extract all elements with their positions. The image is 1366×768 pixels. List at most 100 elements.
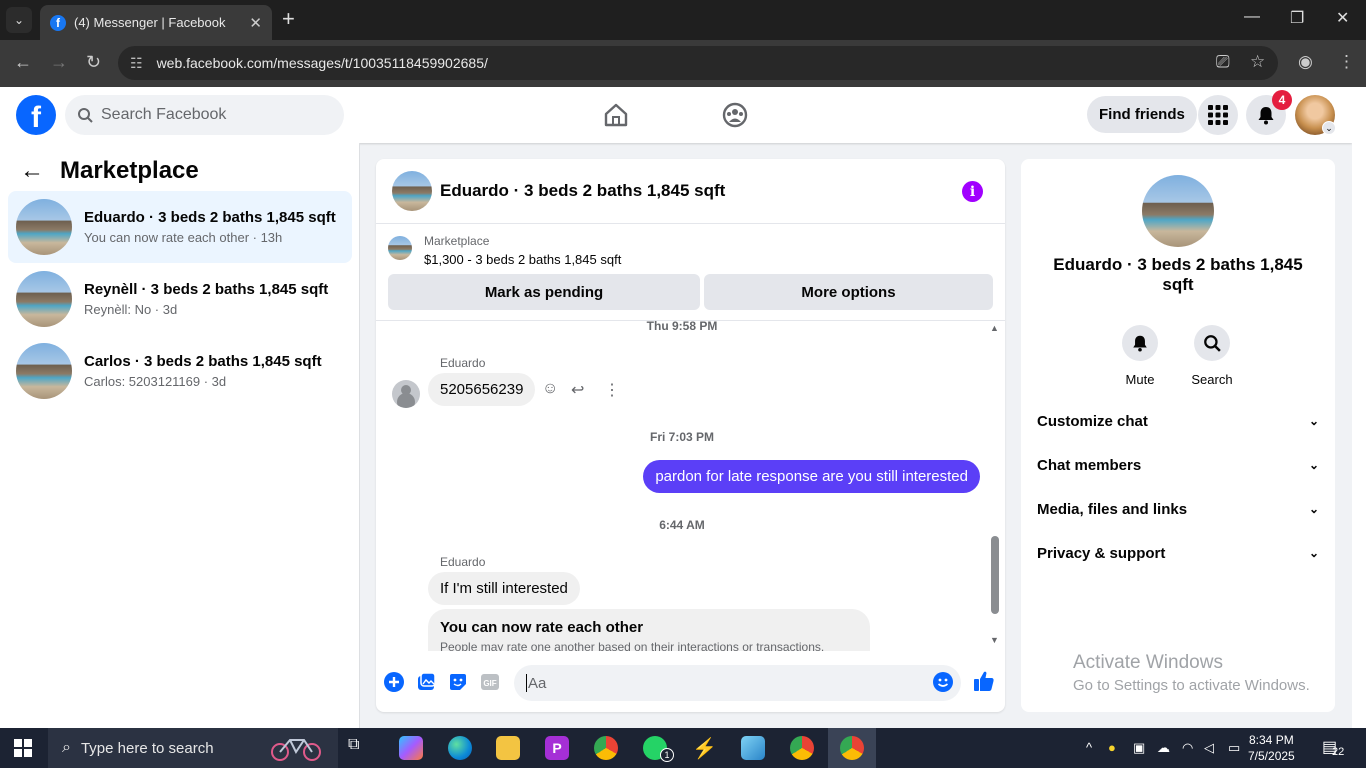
- bookmark-star-icon[interactable]: ☆: [1250, 52, 1265, 72]
- chevron-down-icon: ⌄: [1308, 502, 1319, 516]
- account-chevron-down-icon[interactable]: ⌄: [1322, 121, 1336, 135]
- notes-app-icon[interactable]: [741, 736, 765, 760]
- sticker-icon[interactable]: [447, 671, 469, 693]
- listing-banner: Marketplace $1,300 - 3 beds 2 baths 1,84…: [376, 224, 1005, 321]
- close-window-icon[interactable]: ✕: [1336, 8, 1349, 28]
- message-placeholder: Aa: [528, 674, 547, 692]
- listing-thumbnail: [16, 271, 72, 327]
- browser-menu-icon[interactable]: ⋮: [1338, 52, 1355, 72]
- react-smiley-icon[interactable]: ☺: [542, 380, 558, 398]
- privacy-support-section[interactable]: Privacy & support ⌄: [1037, 533, 1319, 573]
- file-explorer-icon[interactable]: [496, 736, 520, 760]
- onedrive-icon[interactable]: ☁: [1157, 740, 1170, 756]
- rate-each-other-card[interactable]: You can now rate each other People may r…: [428, 609, 870, 651]
- tray-app-icon[interactable]: ●: [1108, 740, 1116, 755]
- outgoing-message[interactable]: pardon for late response are you still i…: [643, 460, 980, 493]
- chevron-down-icon: ⌄: [1308, 458, 1319, 472]
- edge-icon[interactable]: [448, 736, 472, 760]
- conversation-info-icon[interactable]: i: [962, 181, 983, 202]
- home-icon[interactable]: [602, 101, 630, 129]
- windows-taskbar: ⌕ Type here to search ⧉ P 1 ⚡ ^ ● ▣ ☁ ◠ …: [0, 728, 1366, 768]
- power-automate-icon[interactable]: ⚡: [692, 736, 717, 760]
- section-label: Privacy & support: [1037, 544, 1166, 562]
- chat-window: Eduardo · 3 beds 2 baths 1,845 sqft i Ma…: [376, 159, 1005, 712]
- message-input[interactable]: Aa: [514, 665, 961, 701]
- reply-icon[interactable]: ↩: [571, 380, 584, 400]
- reload-icon[interactable]: ↻: [86, 52, 101, 73]
- search-facebook-input[interactable]: Search Facebook: [65, 95, 344, 135]
- task-view-icon[interactable]: ⧉: [348, 736, 372, 760]
- more-options-button[interactable]: More options: [704, 274, 993, 310]
- conversation-item[interactable]: Reynèll · 3 beds 2 baths 1,845 sqft Reyn…: [8, 263, 352, 335]
- customize-chat-section[interactable]: Customize chat ⌄: [1037, 401, 1319, 441]
- marketplace-title: Marketplace: [60, 157, 199, 184]
- browser-tab[interactable]: f (4) Messenger | Facebook ✕: [40, 5, 272, 40]
- incoming-message[interactable]: 5205656239: [428, 373, 536, 406]
- profile-icon[interactable]: ◉: [1298, 52, 1313, 72]
- find-friends-button[interactable]: Find friends: [1087, 96, 1197, 133]
- thumbs-up-icon[interactable]: [972, 669, 996, 693]
- new-tab-icon[interactable]: +: [282, 8, 295, 30]
- scroll-down-arrow-icon[interactable]: ▼: [990, 635, 999, 645]
- page-scrollbar[interactable]: [1352, 87, 1366, 728]
- emoji-icon[interactable]: [932, 671, 954, 693]
- more-actions-icon[interactable]: ⋮: [604, 380, 620, 400]
- wifi-icon[interactable]: ◠: [1182, 740, 1193, 756]
- taskbar-clock[interactable]: 8:34 PM 7/5/2025: [1248, 732, 1295, 764]
- section-label: Customize chat: [1037, 412, 1148, 430]
- listing-thumbnail: [16, 343, 72, 399]
- search-in-conversation-button[interactable]: Search: [1182, 325, 1242, 387]
- chat-members-section[interactable]: Chat members ⌄: [1037, 445, 1319, 485]
- volume-icon[interactable]: ◁: [1204, 740, 1214, 756]
- chrome-icon[interactable]: [594, 736, 618, 760]
- forward-icon[interactable]: →: [50, 52, 68, 73]
- conversation-item[interactable]: Eduardo · 3 beds 2 baths 1,845 sqft You …: [8, 191, 352, 263]
- scroll-up-arrow-icon[interactable]: ▲: [990, 323, 999, 333]
- close-tab-icon[interactable]: ✕: [249, 14, 262, 32]
- chrome-active-icon[interactable]: [840, 736, 864, 760]
- install-app-icon[interactable]: ⎚: [1216, 52, 1230, 72]
- windows-start-icon[interactable]: [14, 739, 32, 757]
- address-bar[interactable]: ☷ web.facebook.com/messages/t/1003511845…: [118, 46, 1278, 80]
- battery-icon[interactable]: ▭: [1228, 740, 1240, 756]
- plus-actions-icon[interactable]: [383, 671, 405, 693]
- minimize-icon[interactable]: —: [1244, 8, 1260, 26]
- conversation-item[interactable]: Carlos · 3 beds 2 baths 1,845 sqft Carlo…: [8, 335, 352, 407]
- gif-icon[interactable]: GIF: [479, 671, 501, 693]
- chrome-profile-icon[interactable]: [790, 736, 814, 760]
- back-arrow-icon[interactable]: ←: [20, 157, 44, 185]
- media-files-links-section[interactable]: Media, files and links ⌄: [1037, 489, 1319, 529]
- tab-search-chevron-icon[interactable]: ⌄: [6, 7, 32, 33]
- chat-title[interactable]: Eduardo · 3 beds 2 baths 1,845 sqft: [440, 181, 725, 201]
- facebook-logo-icon[interactable]: f: [16, 95, 56, 135]
- chat-listing-thumbnail[interactable]: [392, 171, 432, 211]
- chevron-down-icon: ⌄: [1308, 546, 1319, 560]
- details-listing-thumbnail: [1142, 175, 1214, 247]
- mute-button[interactable]: Mute: [1110, 325, 1170, 387]
- incoming-message[interactable]: If I'm still interested: [428, 572, 580, 605]
- message-scrollbar[interactable]: [991, 536, 999, 614]
- timestamp: Thu 9:58 PM: [646, 321, 718, 333]
- watermark-subtitle: Go to Settings to activate Windows.: [1073, 677, 1310, 694]
- attach-photo-icon[interactable]: [415, 671, 437, 693]
- tray-camera-icon[interactable]: ▣: [1133, 740, 1145, 756]
- groups-icon[interactable]: [721, 101, 749, 129]
- sender-name: Eduardo: [440, 555, 486, 569]
- picsart-icon[interactable]: P: [545, 736, 569, 760]
- search-placeholder: Search Facebook: [101, 106, 227, 123]
- tray-overflow-icon[interactable]: ^: [1086, 740, 1092, 755]
- restore-icon[interactable]: ❐: [1290, 8, 1304, 28]
- url-text: web.facebook.com/messages/t/100351184599…: [156, 55, 488, 71]
- copilot-icon[interactable]: [399, 736, 423, 760]
- whatsapp-badge: 1: [660, 748, 674, 762]
- menu-grid-icon[interactable]: [1198, 95, 1238, 135]
- activate-windows-watermark: Activate Windows Go to Settings to activ…: [1073, 652, 1310, 694]
- browser-tab-bar: ⌄ f (4) Messenger | Facebook ✕ + — ❐ ✕: [0, 0, 1366, 40]
- facebook-header: f Search Facebook Find friends 4 ⌄: [0, 87, 1352, 143]
- search-icon: ⌕: [62, 739, 71, 756]
- back-icon[interactable]: ←: [14, 52, 32, 73]
- mark-as-pending-button[interactable]: Mark as pending: [388, 274, 700, 310]
- facebook-favicon-icon: f: [50, 14, 66, 31]
- site-info-icon[interactable]: ☷: [130, 55, 143, 72]
- listing-description[interactable]: $1,300 - 3 beds 2 baths 1,845 sqft: [424, 252, 621, 267]
